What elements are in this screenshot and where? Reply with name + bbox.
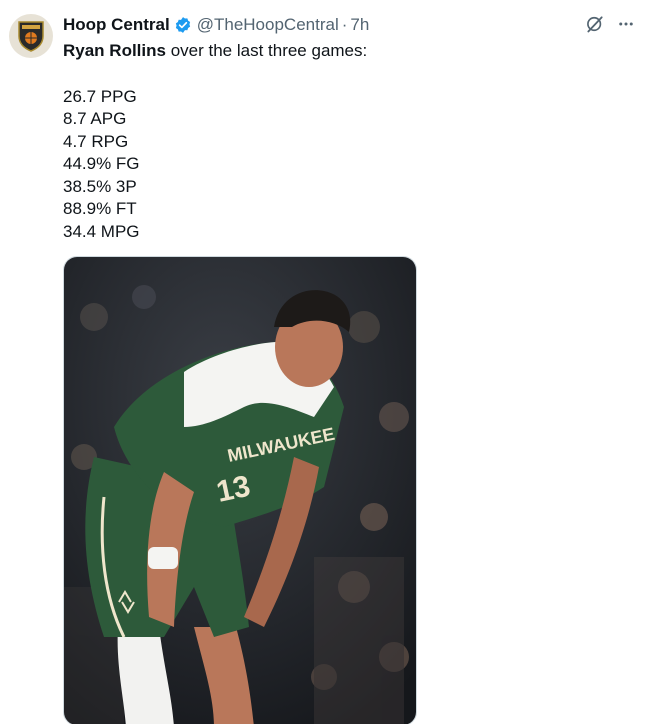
tweet[interactable]: Hoop Central @TheHoopCentral · 7h Ryan R… (0, 0, 645, 724)
stat-line: 26.7 PPG (63, 86, 137, 106)
stat-line: 88.9% FT (63, 199, 137, 218)
more-icon[interactable] (617, 15, 635, 33)
separator-dot: · (341, 15, 348, 34)
verified-badge-icon (174, 16, 192, 34)
tweet-text: Ryan Rollins over the last three games: … (63, 40, 623, 243)
stat-line: 44.9% FG (63, 154, 140, 173)
hoop-central-logo-icon (18, 21, 44, 52)
display-name[interactable]: Hoop Central (63, 15, 170, 35)
avatar[interactable] (9, 14, 53, 58)
tweet-header: Hoop Central @TheHoopCentral · 7h (63, 14, 369, 36)
tweet-top-actions (585, 14, 635, 34)
stat-line: 8.7 APG (63, 109, 127, 128)
stat-line: 4.7 RPG (63, 131, 129, 151)
tweet-photo[interactable]: MILWAUKEE 13 (63, 256, 417, 724)
tweet-intro: Ryan Rollins over the last three games: (63, 40, 623, 63)
tweet-intro-rest: over the last three games: (165, 41, 368, 60)
timestamp[interactable]: 7h (350, 15, 369, 35)
stat-line: 38.5% 3P (63, 176, 137, 196)
tweet-subject: Ryan Rollins (63, 41, 166, 60)
player-photo: MILWAUKEE 13 (64, 257, 416, 724)
stat-line: 34.4 MPG (63, 221, 140, 241)
stats-list: 26.7 PPG 8.7 APG 4.7 RPG 44.9% FG 38.5% … (63, 86, 623, 244)
jersey-number: 13 (214, 470, 254, 509)
grok-icon[interactable] (585, 14, 605, 34)
handle[interactable]: @TheHoopCentral (197, 15, 339, 35)
